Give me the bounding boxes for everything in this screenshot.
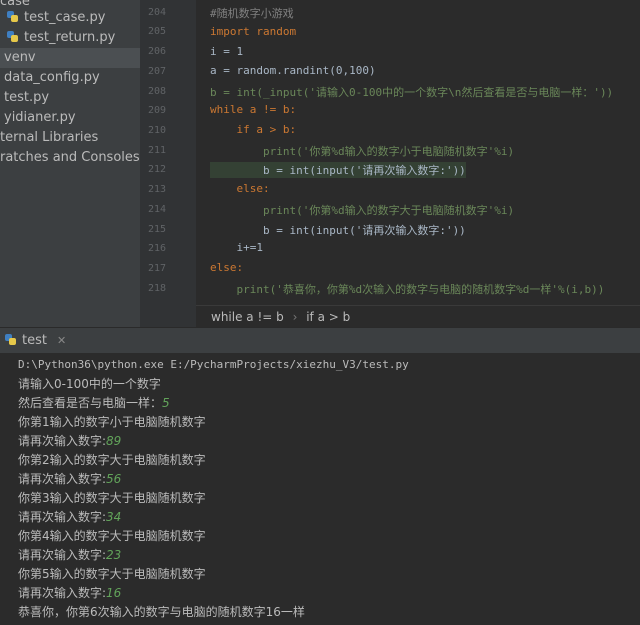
- code-line: i = 1: [210, 45, 244, 58]
- line-number: 209: [147, 105, 166, 116]
- code-line: while a != b:: [210, 103, 297, 116]
- breadcrumb-item-if[interactable]: if a > b: [306, 310, 350, 324]
- line-number: 216: [147, 243, 166, 254]
- line-number: 208: [147, 86, 166, 97]
- breadcrumb-item-while[interactable]: while a != b: [211, 310, 284, 324]
- console-line: 请再次输入数字:16: [18, 586, 122, 600]
- console-line: 请再次输入数字:23: [18, 548, 122, 562]
- code-line: b = int(input('请再次输入数字:')): [210, 224, 466, 237]
- code-line: import random: [210, 25, 297, 38]
- tree-item-external-libraries[interactable]: ternal Libraries: [0, 128, 98, 148]
- code-line: print('你第%d输入的数字大于电脑随机数字'%i): [210, 204, 515, 217]
- tree-item-test[interactable]: test.py: [4, 88, 49, 108]
- code-line: print('恭喜你，你第%d次输入的数字与电脑的随机数字%d一样'%(i,b)…: [210, 283, 605, 296]
- console-line: 你第5输入的数字大于电脑随机数字: [18, 567, 206, 581]
- code-line: i+=1: [210, 241, 263, 254]
- project-tree: case test_case.py test_return.py venv da…: [0, 0, 140, 327]
- code-line: print('你第%d输入的数字小于电脑随机数字'%i): [210, 145, 515, 158]
- console-line: 恭喜你，你第6次输入的数字与电脑的随机数字16一样: [18, 605, 305, 619]
- tree-item-data-config[interactable]: data_config.py: [4, 68, 100, 88]
- console-line: 请再次输入数字:56: [18, 472, 122, 486]
- tree-item-test-return[interactable]: test_return.py: [6, 28, 115, 48]
- python-file-icon: [6, 10, 19, 23]
- code-line: b = int(input('请再次输入数字:')): [210, 162, 466, 178]
- console-line: 然后查看是否与电脑一样：5: [18, 396, 170, 410]
- close-icon[interactable]: ✕: [57, 334, 66, 347]
- console-line: 请再次输入数字:34: [18, 510, 122, 524]
- run-tab-test[interactable]: test ✕: [0, 328, 74, 354]
- console-line: 你第1输入的数字小于电脑随机数字: [18, 415, 206, 429]
- tree-item-test-case[interactable]: test_case.py: [6, 8, 105, 28]
- code-line: b = int(_input('请输入0-100中的一个数字\n然后查看是否与电…: [210, 86, 614, 99]
- tree-item-venv[interactable]: venv: [0, 48, 140, 68]
- code-line: #随机数字小游戏: [210, 7, 294, 20]
- line-number: 213: [147, 184, 166, 195]
- console-line: 请再次输入数字:89: [18, 434, 122, 448]
- line-number: 215: [147, 224, 166, 235]
- run-console[interactable]: D:\Python36\python.exe E:/PycharmProject…: [0, 353, 640, 625]
- python-file-icon: [6, 30, 19, 43]
- code-line: else:: [210, 261, 244, 274]
- line-number: 211: [147, 145, 166, 156]
- line-number: 210: [147, 125, 166, 136]
- code-line: else:: [210, 182, 270, 195]
- console-line: 你第4输入的数字大于电脑随机数字: [18, 529, 206, 543]
- line-number: 207: [147, 66, 166, 77]
- line-number: 214: [147, 204, 166, 215]
- console-line: 你第2输入的数字大于电脑随机数字: [18, 453, 206, 467]
- line-number: 217: [147, 263, 166, 274]
- line-number: 212: [147, 164, 166, 175]
- line-number: 206: [147, 46, 166, 57]
- python-file-icon: [4, 333, 17, 346]
- line-number: 205: [147, 26, 166, 37]
- breadcrumb: while a != b › if a > b: [196, 305, 640, 327]
- code-line: if a > b:: [210, 123, 297, 136]
- line-number: 218: [147, 283, 166, 294]
- console-line: 你第3输入的数字大于电脑随机数字: [18, 491, 206, 505]
- tree-item-scratches-consoles[interactable]: ratches and Consoles: [0, 148, 140, 168]
- console-line: D:\Python36\python.exe E:/PycharmProject…: [18, 358, 409, 371]
- breadcrumb-separator: ›: [292, 310, 298, 324]
- console-line: 请输入0-100中的一个数字: [18, 377, 161, 391]
- code-line: a = random.randint(0,100): [210, 64, 376, 77]
- run-panel-header: test ✕: [0, 327, 640, 354]
- tree-item-yidianer[interactable]: yidianer.py: [4, 108, 76, 128]
- line-number: 204: [147, 7, 166, 18]
